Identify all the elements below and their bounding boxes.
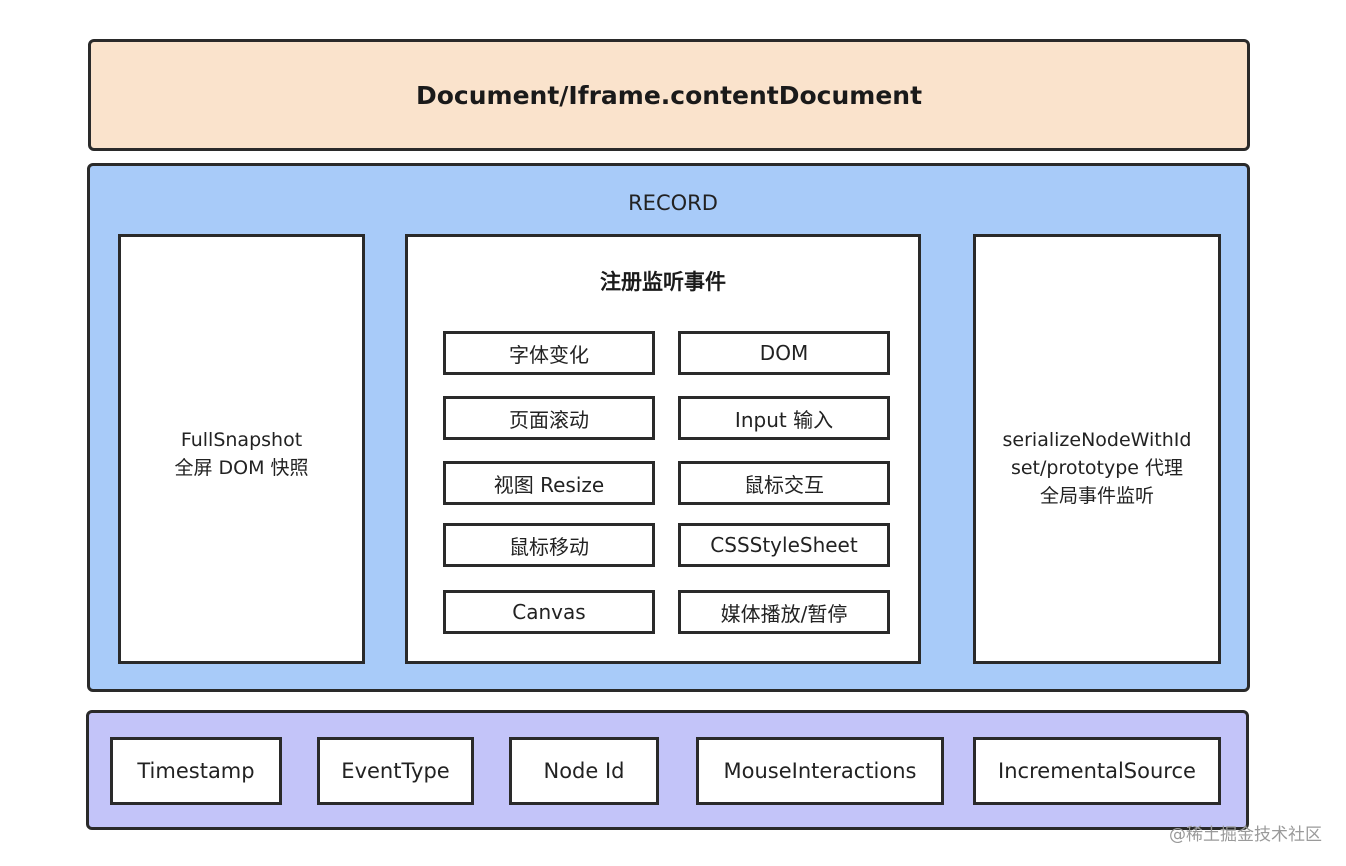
event-css-stylesheet: CSSStyleSheet (678, 523, 890, 567)
field-event-type: EventType (317, 737, 474, 805)
event-input: Input 输入 (678, 396, 890, 440)
event-mouse-move: 鼠标移动 (443, 523, 655, 567)
serialize-label: serializeNodeWithId (1002, 429, 1192, 451)
field-incremental-source: IncrementalSource (973, 737, 1221, 805)
event-view-resize: 视图 Resize (443, 461, 655, 505)
events-title: 注册监听事件 (600, 270, 726, 294)
proxy-label: set/prototype 代理 (1010, 457, 1184, 479)
record-title: RECORD (628, 191, 718, 215)
field-timestamp: Timestamp (110, 737, 282, 805)
event-page-scroll: 页面滚动 (443, 396, 655, 440)
serialize-panel: serializeNodeWithId set/prototype 代理 全局事… (973, 234, 1221, 664)
event-dom: DOM (678, 331, 890, 375)
event-mouse-interaction: 鼠标交互 (678, 461, 890, 505)
document-layer: Document/Iframe.contentDocument (88, 39, 1250, 151)
source-watermark: @稀土掘金技术社区 (1169, 825, 1322, 845)
field-node-id: Node Id (509, 737, 659, 805)
document-layer-label: Document/Iframe.contentDocument (415, 80, 923, 110)
full-snapshot-label: FullSnapshot (180, 429, 303, 451)
event-font-change: 字体变化 (443, 331, 655, 375)
field-mouse-interactions: MouseInteractions (696, 737, 944, 805)
event-media-play-pause: 媒体播放/暂停 (678, 590, 890, 634)
full-snapshot-desc: 全屏 DOM 快照 (174, 457, 309, 479)
event-canvas: Canvas (443, 590, 655, 634)
global-listen-label: 全局事件监听 (1039, 485, 1154, 507)
full-snapshot-panel: FullSnapshot 全屏 DOM 快照 (118, 234, 365, 664)
